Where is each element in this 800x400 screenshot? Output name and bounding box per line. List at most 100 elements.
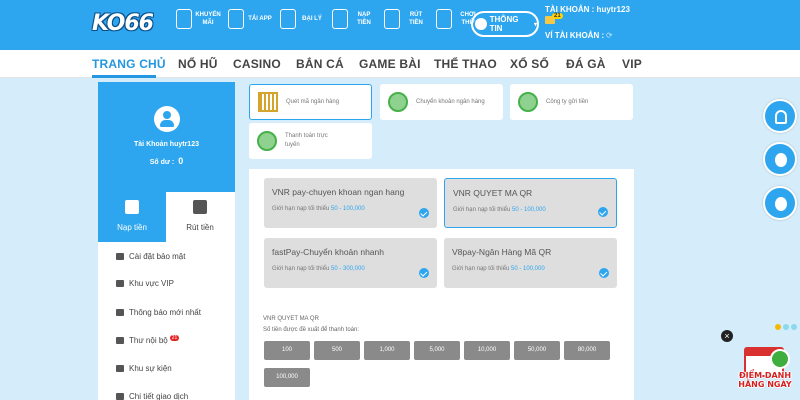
option-vnr-bank-transfer[interactable]: VNR pay-chuyen khoan ngan hang Giới hạn … <box>264 178 437 228</box>
top-menu-deposit[interactable]: NẠP TIỀN <box>332 9 377 29</box>
top-menu-label: RÚT TIỀN <box>409 12 423 26</box>
list-icon <box>116 393 124 400</box>
nav-active-indicator <box>92 75 156 78</box>
amount-button-5000[interactable]: 5,000 <box>414 341 460 360</box>
method-qr-bank[interactable]: Quét mã ngân hàng <box>249 84 372 120</box>
daily-checkin-banner[interactable]: ĐIỂM DANH HẰNG NGÀY <box>732 347 798 395</box>
sidebar-item-security[interactable]: Cài đặt bảo mật <box>116 252 185 261</box>
top-header: KO66 KHUYẾN MÃI TẢI APP ĐẠI LÝ NẠP TIỀN … <box>0 0 800 50</box>
top-menu-label: ĐẠI LÝ <box>302 16 322 22</box>
top-menu-download-app[interactable]: TẢI APP <box>228 9 273 29</box>
gamepad-icon <box>436 9 452 29</box>
withdraw-icon <box>384 9 400 29</box>
option-limit: Giới hạn nạp tối thiểu 50 - 100,000 <box>453 207 608 213</box>
support-button[interactable] <box>763 99 797 133</box>
facebook-button[interactable] <box>763 142 797 176</box>
close-icon[interactable]: × <box>721 330 733 342</box>
tab-withdraw[interactable]: Rút tiền <box>166 192 234 242</box>
option-title: VNR QUYET MA QR <box>453 188 533 198</box>
globe-icon <box>257 131 277 151</box>
telegram-button[interactable] <box>763 186 797 220</box>
refresh-icon[interactable]: ⟳ <box>606 31 613 40</box>
sidebar-item-label: Cài đặt bảo mật <box>129 252 186 261</box>
trophy-icon <box>116 365 124 372</box>
headset-icon <box>775 110 787 124</box>
tab-deposit[interactable]: Nạp tiền <box>98 192 166 242</box>
sidebar-item-label: Thông báo mới nhất <box>129 308 201 317</box>
globe-icon <box>518 92 538 112</box>
option-limit-prefix: Giới hạn nạp tối thiểu <box>272 206 330 212</box>
nav-item-slots[interactable]: NỔ HŨ <box>178 57 218 71</box>
top-menu-withdraw[interactable]: RÚT TIỀN <box>384 9 429 29</box>
top-menu-promotions[interactable]: KHUYẾN MÃI <box>176 9 221 29</box>
method-company-deposit[interactable]: Công ty gửi tiền <box>510 84 633 120</box>
sidebar-item-label: Khu sự kiện <box>129 364 172 373</box>
sidebar-item-label: Thư nội bộ <box>129 336 168 345</box>
top-menu-label: KHUYẾN MÃI <box>195 12 221 26</box>
method-label: Quét mã ngân hàng <box>286 98 340 105</box>
amount-button-100000[interactable]: 100,000 <box>264 368 310 387</box>
sidebar-item-notifications[interactable]: Thông báo mới nhất <box>116 308 201 317</box>
sidebar-item-label: Khu vực VIP <box>129 279 174 288</box>
daily-checkin-line-2: HẰNG NGÀY <box>738 380 792 389</box>
method-online-payment[interactable]: Thanh toán trực tuyến <box>249 123 372 159</box>
nav-item-home[interactable]: TRANG CHỦ <box>92 57 166 71</box>
option-limit-prefix: Giới hạn nạp tối thiểu <box>452 266 510 272</box>
phone-icon <box>228 9 244 29</box>
balance-value: 0 <box>178 156 184 166</box>
daily-checkin-text: ĐIỂM DANH HẰNG NGÀY <box>732 371 798 389</box>
nav-item-sports[interactable]: THỂ THAO <box>434 57 497 71</box>
crown-icon <box>116 280 124 287</box>
check-icon <box>599 268 609 278</box>
option-limit-value: 50 - 100,000 <box>511 207 546 213</box>
method-label: Công ty gửi tiền <box>546 98 589 105</box>
sidebar-item-transactions[interactable]: Chi tiết giao dịch <box>116 392 188 400</box>
mail-icon <box>116 337 124 344</box>
amount-button-1000[interactable]: 1,000 <box>364 341 410 360</box>
option-title: fastPay-Chuyển khoản nhanh <box>272 247 384 257</box>
carousel-dot[interactable] <box>791 324 797 330</box>
option-title: VNR pay-chuyen khoan ngan hang <box>272 187 405 197</box>
sidebar-item-inbox[interactable]: Thư nội bộ 21 <box>116 334 180 345</box>
main-nav: TRANG CHỦ NỔ HŨ CASINO BẮN CÁ GAME BÀI T… <box>0 50 800 78</box>
daily-checkin-line-1: ĐIỂM DANH <box>738 371 792 380</box>
sidebar-menu: Cài đặt bảo mật Khu vực VIP Thông báo mớ… <box>98 242 235 400</box>
amount-button-10000[interactable]: 10,000 <box>464 341 510 360</box>
telegram-icon <box>775 197 787 211</box>
option-limit-prefix: Giới hạn nạp tối thiểu <box>453 207 511 213</box>
amount-button-500[interactable]: 500 <box>314 341 360 360</box>
carousel-dot[interactable] <box>775 324 781 330</box>
amount-button-50000[interactable]: 50,000 <box>514 341 560 360</box>
amount-button-100[interactable]: 100 <box>264 341 310 360</box>
nav-item-casino[interactable]: CASINO <box>233 57 281 71</box>
option-title: V8pay-Ngân Hàng Mã QR <box>452 247 552 257</box>
option-vnr-qr[interactable]: VNR QUYET MA QR Giới hạn nạp tối thiểu 5… <box>444 178 617 228</box>
tab-label: Rút tiền <box>186 223 214 232</box>
sidebar-item-label: Chi tiết giao dịch <box>129 392 189 400</box>
deposit-icon <box>125 200 139 214</box>
option-v8pay-qr[interactable]: V8pay-Ngân Hàng Mã QR Giới hạn nạp tối t… <box>444 238 617 288</box>
option-fastpay[interactable]: fastPay-Chuyển khoản nhanh Giới hạn nạp … <box>264 238 437 288</box>
nav-item-card-games[interactable]: GAME BÀI <box>359 57 421 71</box>
method-bank-transfer[interactable]: Chuyển khoản ngân hàng <box>380 84 503 120</box>
amount-section-title: VNR QUYET MA QR <box>263 316 319 322</box>
amount-section-subtitle: Số tiền được đề xuất để thanh toán: <box>263 327 360 333</box>
user-info-button[interactable]: THÔNG TIN ▾ <box>471 11 539 37</box>
qr-icon <box>258 92 278 112</box>
nav-item-lottery[interactable]: XỔ SỐ <box>510 57 549 71</box>
nav-item-cockfighting[interactable]: ĐÁ GÀ <box>566 57 606 71</box>
tab-label: Nạp tiền <box>117 223 147 232</box>
option-limit-value: 50 - 100,000 <box>510 266 545 272</box>
sidebar-item-events[interactable]: Khu sự kiện <box>116 364 172 373</box>
sidebar-item-vip[interactable]: Khu vực VIP <box>116 279 174 288</box>
nav-item-vip[interactable]: VIP <box>622 57 642 71</box>
method-label: Thanh toán trực tuyến <box>285 133 328 148</box>
amount-button-80000[interactable]: 80,000 <box>564 341 610 360</box>
check-icon <box>598 207 608 217</box>
carousel-dot[interactable] <box>783 324 789 330</box>
facebook-icon <box>775 153 787 167</box>
top-menu-label: NẠP TIỀN <box>357 12 371 26</box>
site-logo[interactable]: KO66 <box>92 8 154 38</box>
nav-item-fishing[interactable]: BẮN CÁ <box>296 57 344 71</box>
top-menu-agent[interactable]: ĐẠI LÝ <box>280 9 325 29</box>
